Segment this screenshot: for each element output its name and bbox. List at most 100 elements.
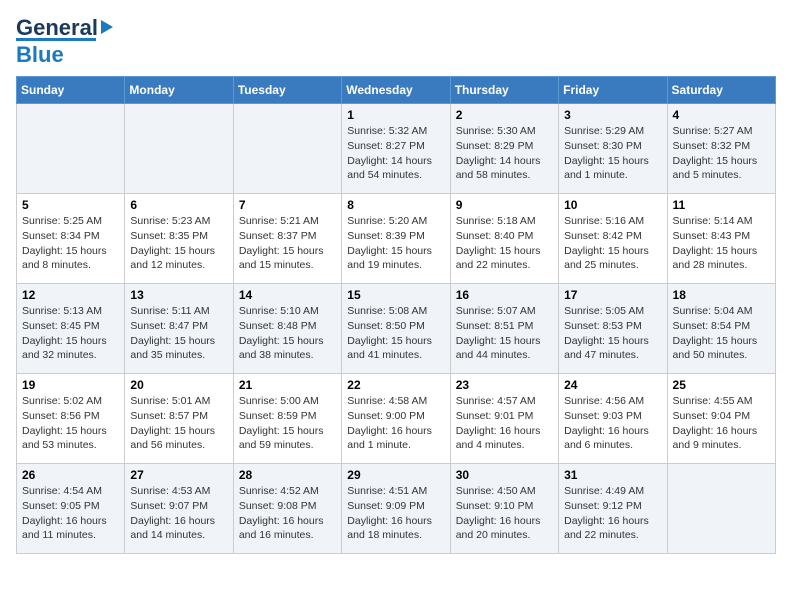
day-info: Sunrise: 4:55 AM Sunset: 9:04 PM Dayligh… — [673, 394, 770, 453]
calendar-cell: 10 Sunrise: 5:16 AM Sunset: 8:42 PM Dayli… — [559, 194, 667, 284]
calendar-cell: 19 Sunrise: 5:02 AM Sunset: 8:56 PM Dayli… — [17, 374, 125, 464]
day-info: Sunrise: 5:02 AM Sunset: 8:56 PM Dayligh… — [22, 394, 119, 453]
day-number: 3 — [564, 108, 661, 122]
calendar-cell: 18 Sunrise: 5:04 AM Sunset: 8:54 PM Dayli… — [667, 284, 775, 374]
day-number: 10 — [564, 198, 661, 212]
calendar-cell: 14Sunrise: 5:10 AM Sunset: 8:48 PM Dayli… — [233, 284, 341, 374]
day-number: 28 — [239, 468, 336, 482]
calendar-cell — [233, 104, 341, 194]
day-number: 18 — [673, 288, 770, 302]
day-info: Sunrise: 5:04 AM Sunset: 8:54 PM Dayligh… — [673, 304, 770, 363]
day-number: 9 — [456, 198, 553, 212]
calendar-cell: 13Sunrise: 5:11 AM Sunset: 8:47 PM Dayli… — [125, 284, 233, 374]
day-number: 7 — [239, 198, 336, 212]
day-number: 1 — [347, 108, 444, 122]
day-number: 5 — [22, 198, 119, 212]
day-number: 30 — [456, 468, 553, 482]
calendar-cell: 26 Sunrise: 4:54 AM Sunset: 9:05 PM Dayli… — [17, 464, 125, 554]
day-number: 27 — [130, 468, 227, 482]
calendar-cell — [125, 104, 233, 194]
day-info: Sunrise: 5:21 AM Sunset: 8:37 PM Dayligh… — [239, 214, 336, 273]
calendar-cell: 6Sunrise: 5:23 AM Sunset: 8:35 PM Daylig… — [125, 194, 233, 284]
calendar-cell: 25 Sunrise: 4:55 AM Sunset: 9:04 PM Dayli… — [667, 374, 775, 464]
day-number: 15 — [347, 288, 444, 302]
week-row-2: 5 Sunrise: 5:25 AM Sunset: 8:34 PM Daylig… — [17, 194, 776, 284]
calendar-cell: 22Sunrise: 4:58 AM Sunset: 9:00 PM Dayli… — [342, 374, 450, 464]
logo-text: General — [16, 16, 98, 40]
day-info: Sunrise: 5:16 AM Sunset: 8:42 PM Dayligh… — [564, 214, 661, 273]
calendar-cell: 7 Sunrise: 5:21 AM Sunset: 8:37 PM Daylig… — [233, 194, 341, 284]
calendar-table: SundayMondayTuesdayWednesdayThursdayFrid… — [16, 76, 776, 554]
header: General Blue — [16, 16, 776, 68]
calendar-cell: 8 Sunrise: 5:20 AM Sunset: 8:39 PM Daylig… — [342, 194, 450, 284]
calendar-cell: 20 Sunrise: 5:01 AM Sunset: 8:57 PM Dayli… — [125, 374, 233, 464]
logo: General Blue — [16, 16, 113, 68]
calendar-cell — [667, 464, 775, 554]
calendar-cell: 21 Sunrise: 5:00 AM Sunset: 8:59 PM Dayli… — [233, 374, 341, 464]
day-info: Sunrise: 5:08 AM Sunset: 8:50 PM Dayligh… — [347, 304, 444, 363]
day-number: 17 — [564, 288, 661, 302]
week-row-1: 1 Sunrise: 5:32 AM Sunset: 8:27 PM Daylig… — [17, 104, 776, 194]
day-header-wednesday: Wednesday — [342, 77, 450, 104]
calendar-cell — [17, 104, 125, 194]
day-number: 13 — [130, 288, 227, 302]
logo-blue: Blue — [16, 38, 96, 68]
day-info: Sunrise: 5:25 AM Sunset: 8:34 PM Dayligh… — [22, 214, 119, 273]
day-info: Sunrise: 5:14 AM Sunset: 8:43 PM Dayligh… — [673, 214, 770, 273]
day-header-tuesday: Tuesday — [233, 77, 341, 104]
day-info: Sunrise: 5:32 AM Sunset: 8:27 PM Dayligh… — [347, 124, 444, 183]
calendar-cell: 17 Sunrise: 5:05 AM Sunset: 8:53 PM Dayli… — [559, 284, 667, 374]
day-info: Sunrise: 5:05 AM Sunset: 8:53 PM Dayligh… — [564, 304, 661, 363]
calendar-cell: 23Sunrise: 4:57 AM Sunset: 9:01 PM Dayli… — [450, 374, 558, 464]
week-row-4: 19 Sunrise: 5:02 AM Sunset: 8:56 PM Dayli… — [17, 374, 776, 464]
day-number: 26 — [22, 468, 119, 482]
day-number: 21 — [239, 378, 336, 392]
day-info: Sunrise: 5:00 AM Sunset: 8:59 PM Dayligh… — [239, 394, 336, 453]
week-row-3: 12 Sunrise: 5:13 AM Sunset: 8:45 PM Dayli… — [17, 284, 776, 374]
week-row-5: 26 Sunrise: 4:54 AM Sunset: 9:05 PM Dayli… — [17, 464, 776, 554]
calendar-cell: 11 Sunrise: 5:14 AM Sunset: 8:43 PM Dayli… — [667, 194, 775, 284]
day-number: 24 — [564, 378, 661, 392]
day-info: Sunrise: 5:07 AM Sunset: 8:51 PM Dayligh… — [456, 304, 553, 363]
day-info: Sunrise: 4:49 AM Sunset: 9:12 PM Dayligh… — [564, 484, 661, 543]
calendar-cell: 30 Sunrise: 4:50 AM Sunset: 9:10 PM Dayli… — [450, 464, 558, 554]
day-number: 12 — [22, 288, 119, 302]
day-header-thursday: Thursday — [450, 77, 558, 104]
calendar-cell: 1 Sunrise: 5:32 AM Sunset: 8:27 PM Daylig… — [342, 104, 450, 194]
day-number: 2 — [456, 108, 553, 122]
day-info: Sunrise: 5:30 AM Sunset: 8:29 PM Dayligh… — [456, 124, 553, 183]
day-number: 20 — [130, 378, 227, 392]
day-info: Sunrise: 5:18 AM Sunset: 8:40 PM Dayligh… — [456, 214, 553, 273]
day-number: 23 — [456, 378, 553, 392]
day-number: 4 — [673, 108, 770, 122]
day-number: 29 — [347, 468, 444, 482]
day-header-sunday: Sunday — [17, 77, 125, 104]
day-number: 19 — [22, 378, 119, 392]
calendar-body: 1 Sunrise: 5:32 AM Sunset: 8:27 PM Daylig… — [17, 104, 776, 554]
day-info: Sunrise: 5:13 AM Sunset: 8:45 PM Dayligh… — [22, 304, 119, 363]
calendar-cell: 28 Sunrise: 4:52 AM Sunset: 9:08 PM Dayli… — [233, 464, 341, 554]
day-info: Sunrise: 4:50 AM Sunset: 9:10 PM Dayligh… — [456, 484, 553, 543]
calendar-cell: 16 Sunrise: 5:07 AM Sunset: 8:51 PM Dayli… — [450, 284, 558, 374]
day-info: Sunrise: 4:52 AM Sunset: 9:08 PM Dayligh… — [239, 484, 336, 543]
day-info: Sunrise: 5:20 AM Sunset: 8:39 PM Dayligh… — [347, 214, 444, 273]
calendar-cell: 2 Sunrise: 5:30 AM Sunset: 8:29 PM Daylig… — [450, 104, 558, 194]
day-info: Sunrise: 4:51 AM Sunset: 9:09 PM Dayligh… — [347, 484, 444, 543]
day-number: 8 — [347, 198, 444, 212]
calendar-cell: 15 Sunrise: 5:08 AM Sunset: 8:50 PM Dayli… — [342, 284, 450, 374]
calendar-cell: 9 Sunrise: 5:18 AM Sunset: 8:40 PM Daylig… — [450, 194, 558, 284]
day-number: 14 — [239, 288, 336, 302]
day-info: Sunrise: 4:58 AM Sunset: 9:00 PM Dayligh… — [347, 394, 444, 453]
day-info: Sunrise: 5:01 AM Sunset: 8:57 PM Dayligh… — [130, 394, 227, 453]
day-number: 16 — [456, 288, 553, 302]
day-info: Sunrise: 4:54 AM Sunset: 9:05 PM Dayligh… — [22, 484, 119, 543]
calendar-cell: 27 Sunrise: 4:53 AM Sunset: 9:07 PM Dayli… — [125, 464, 233, 554]
calendar-cell: 31Sunrise: 4:49 AM Sunset: 9:12 PM Dayli… — [559, 464, 667, 554]
day-number: 11 — [673, 198, 770, 212]
days-header-row: SundayMondayTuesdayWednesdayThursdayFrid… — [17, 77, 776, 104]
calendar-cell: 4Sunrise: 5:27 AM Sunset: 8:32 PM Daylig… — [667, 104, 775, 194]
day-number: 6 — [130, 198, 227, 212]
day-info: Sunrise: 5:29 AM Sunset: 8:30 PM Dayligh… — [564, 124, 661, 183]
day-info: Sunrise: 4:53 AM Sunset: 9:07 PM Dayligh… — [130, 484, 227, 543]
day-number: 25 — [673, 378, 770, 392]
